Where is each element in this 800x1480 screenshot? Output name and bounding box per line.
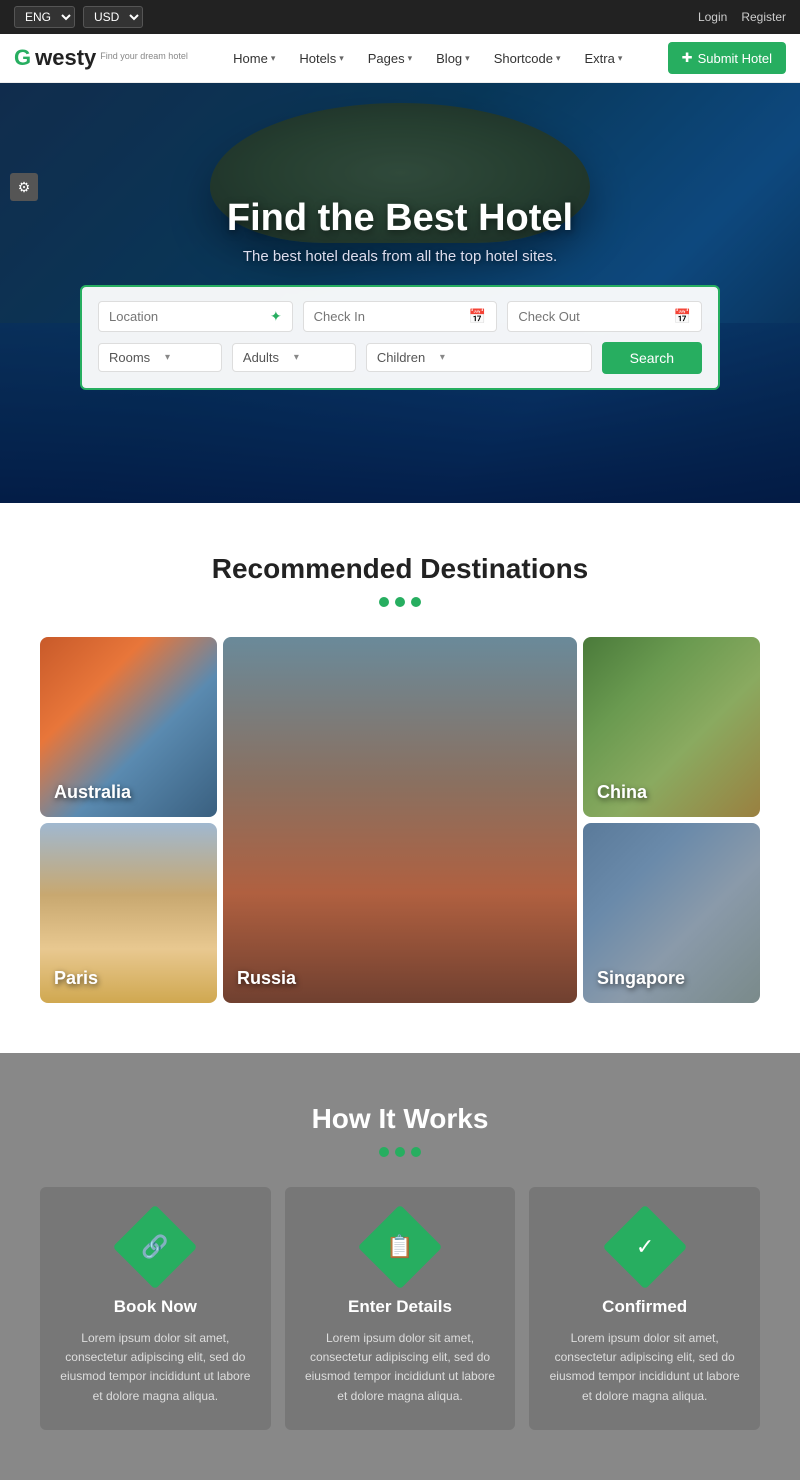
- confirmed-icon-diamond: ✓: [602, 1205, 687, 1290]
- dot-1: [379, 1147, 389, 1157]
- dest-card-australia[interactable]: Australia: [40, 637, 217, 817]
- children-select[interactable]: Children012: [377, 350, 436, 365]
- chevron-down-icon: ▾: [618, 53, 623, 64]
- book-icon-diamond: 🔗: [113, 1205, 198, 1290]
- book-title: Book Now: [60, 1297, 251, 1317]
- russia-bg: [223, 637, 577, 1003]
- adults-select[interactable]: Adults123: [243, 350, 290, 365]
- top-bar-left: ENGFRDEES USDEURGBP: [14, 6, 143, 28]
- destinations-grid: Australia Russia China Paris Singapore: [40, 637, 760, 1003]
- navbar: Gwesty Find your dream hotel Home ▾ Hote…: [0, 34, 800, 83]
- chevron-down-icon: ▾: [556, 53, 561, 64]
- check-icon: ✓: [635, 1234, 653, 1260]
- calendar-icon: 📅: [469, 308, 486, 325]
- logo-westy: westy: [35, 45, 96, 71]
- nav-blog[interactable]: Blog ▾: [426, 45, 480, 72]
- how-card-book: 🔗 Book Now Lorem ipsum dolor sit amet, c…: [40, 1187, 271, 1430]
- search-row-1: ✦ 📅 📅: [98, 301, 702, 332]
- logo-tagline: Find your dream hotel: [100, 51, 188, 61]
- dest-card-russia[interactable]: Russia: [223, 637, 577, 1003]
- section-dots-decoration: [40, 1147, 760, 1157]
- details-text: Lorem ipsum dolor sit amet, consectetur …: [305, 1329, 496, 1406]
- china-label: China: [597, 782, 647, 803]
- australia-label: Australia: [54, 782, 131, 803]
- logo[interactable]: Gwesty Find your dream hotel: [14, 45, 188, 71]
- gear-button[interactable]: ⚙: [10, 173, 38, 201]
- search-box: ✦ 📅 📅 Rooms123 ▾ Adults123: [80, 285, 720, 390]
- hero-title: Find the Best Hotel: [227, 197, 573, 240]
- chevron-down-icon: ▾: [271, 53, 276, 64]
- rooms-select-wrap: Rooms123 ▾: [98, 343, 222, 372]
- how-card-confirmed: ✓ Confirmed Lorem ipsum dolor sit amet, …: [529, 1187, 760, 1430]
- hero-section: ⚙ Find the Best Hotel The best hotel dea…: [0, 83, 800, 503]
- submit-hotel-button[interactable]: ✚ Submit Hotel: [668, 42, 786, 74]
- section-dots-decoration: [40, 597, 760, 607]
- nav-home[interactable]: Home ▾: [223, 45, 285, 72]
- logo-g: G: [14, 45, 31, 71]
- how-title: How It Works: [40, 1103, 760, 1135]
- language-select[interactable]: ENGFRDEES: [14, 6, 75, 28]
- gear-icon: ⚙: [18, 179, 31, 196]
- clipboard-icon: 📋: [386, 1234, 413, 1260]
- top-bar: ENGFRDEES USDEURGBP Login Register: [0, 0, 800, 34]
- destinations-section: Recommended Destinations Australia Russi…: [0, 503, 800, 1053]
- russia-label: Russia: [237, 968, 296, 989]
- calendar-icon: 📅: [674, 308, 691, 325]
- nav-links: Home ▾ Hotels ▾ Pages ▾ Blog ▾ Shortcode…: [223, 45, 632, 72]
- chevron-down-icon: ▾: [294, 352, 299, 363]
- confirmed-text: Lorem ipsum dolor sit amet, consectetur …: [549, 1329, 740, 1406]
- chevron-down-icon: ▾: [408, 53, 413, 64]
- location-input-wrap: ✦: [98, 301, 293, 332]
- children-select-wrap: Children012 ▾: [366, 343, 592, 372]
- top-bar-right: Login Register: [698, 10, 786, 24]
- dot-3: [411, 1147, 421, 1157]
- search-button[interactable]: Search: [602, 342, 702, 374]
- dest-card-china[interactable]: China: [583, 637, 760, 817]
- details-title: Enter Details: [305, 1297, 496, 1317]
- rooms-select[interactable]: Rooms123: [109, 350, 161, 365]
- hero-content: Find the Best Hotel The best hotel deals…: [227, 197, 573, 265]
- location-input[interactable]: [109, 309, 264, 324]
- plus-icon: ✚: [682, 50, 693, 66]
- location-icon: ✦: [270, 308, 282, 325]
- chevron-down-icon: ▾: [440, 352, 445, 363]
- link-icon: 🔗: [142, 1234, 169, 1260]
- book-text: Lorem ipsum dolor sit amet, consectetur …: [60, 1329, 251, 1406]
- checkout-input[interactable]: [518, 309, 667, 324]
- login-link[interactable]: Login: [698, 10, 727, 24]
- dest-card-singapore[interactable]: Singapore: [583, 823, 760, 1003]
- hero-subtitle: The best hotel deals from all the top ho…: [227, 248, 573, 265]
- checkin-input[interactable]: [314, 309, 463, 324]
- singapore-label: Singapore: [597, 968, 685, 989]
- search-row-2: Rooms123 ▾ Adults123 ▾ Children012 ▾ Sea…: [98, 342, 702, 374]
- nav-shortcode[interactable]: Shortcode ▾: [484, 45, 571, 72]
- dot-2: [395, 1147, 405, 1157]
- chevron-down-icon: ▾: [339, 53, 344, 64]
- how-cards: 🔗 Book Now Lorem ipsum dolor sit amet, c…: [40, 1187, 760, 1430]
- nav-pages[interactable]: Pages ▾: [358, 45, 422, 72]
- nav-extra[interactable]: Extra ▾: [575, 45, 633, 72]
- currency-select[interactable]: USDEURGBP: [83, 6, 143, 28]
- dot-1: [379, 597, 389, 607]
- nav-hotels[interactable]: Hotels ▾: [289, 45, 353, 72]
- how-it-works-section: How It Works 🔗 Book Now Lorem ipsum dolo…: [0, 1053, 800, 1480]
- paris-label: Paris: [54, 968, 98, 989]
- dot-2: [395, 597, 405, 607]
- checkout-input-wrap: 📅: [507, 301, 702, 332]
- chevron-down-icon: ▾: [465, 53, 470, 64]
- dest-card-paris[interactable]: Paris: [40, 823, 217, 1003]
- checkin-input-wrap: 📅: [303, 301, 498, 332]
- register-link[interactable]: Register: [741, 10, 786, 24]
- dot-3: [411, 597, 421, 607]
- confirmed-title: Confirmed: [549, 1297, 740, 1317]
- how-card-details: 📋 Enter Details Lorem ipsum dolor sit am…: [285, 1187, 516, 1430]
- details-icon-diamond: 📋: [358, 1205, 443, 1290]
- chevron-down-icon: ▾: [165, 352, 170, 363]
- destinations-title: Recommended Destinations: [40, 553, 760, 585]
- adults-select-wrap: Adults123 ▾: [232, 343, 356, 372]
